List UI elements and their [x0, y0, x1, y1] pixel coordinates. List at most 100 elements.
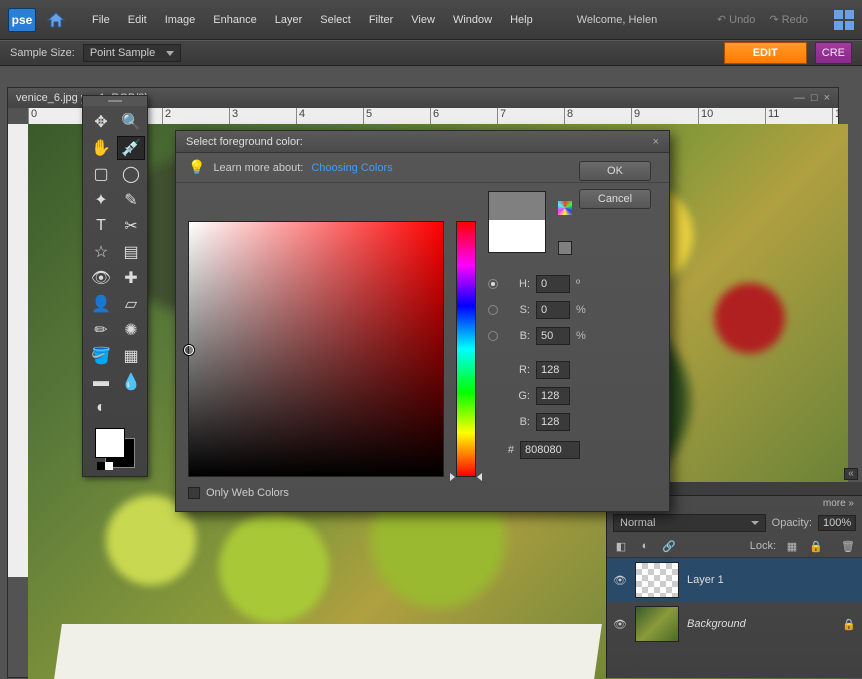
menu-select[interactable]: Select	[312, 10, 359, 30]
sat-radio[interactable]	[488, 305, 498, 315]
current-color-swatch[interactable]	[489, 220, 545, 252]
visibility-icon[interactable]: 👁	[613, 574, 627, 587]
foreground-swatch[interactable]	[95, 428, 125, 458]
layer-row[interactable]: 👁 Background 🔒	[607, 602, 862, 646]
hue-slider-handle-icon[interactable]	[450, 473, 482, 481]
layer-row[interactable]: 👁 Layer 1	[607, 558, 862, 602]
bri-input[interactable]	[536, 327, 570, 345]
toolbox-grip[interactable]	[83, 96, 147, 106]
ok-button[interactable]: OK	[579, 161, 651, 181]
layer-name-label[interactable]: Layer 1	[687, 574, 724, 586]
hue-input[interactable]	[536, 275, 570, 293]
doc-maximize-icon[interactable]: □	[811, 92, 818, 104]
adjustment-layer-icon[interactable]: ◐	[637, 538, 653, 554]
color-cube-icon[interactable]	[558, 201, 572, 215]
doc-minimize-icon[interactable]: —	[794, 92, 805, 104]
opacity-label: Opacity:	[772, 517, 812, 529]
crop-tool-icon[interactable]: ✂	[117, 214, 145, 238]
ruler-vertical[interactable]	[8, 124, 28, 577]
quick-select-tool-icon[interactable]: ✎	[117, 188, 145, 212]
sat-input[interactable]	[536, 301, 570, 319]
menu-file[interactable]: File	[84, 10, 118, 30]
blend-mode-select[interactable]: Normal	[613, 514, 766, 532]
bri-radio[interactable]	[488, 331, 498, 341]
blue-input[interactable]	[536, 413, 570, 431]
link-layers-icon[interactable]: 🔗	[661, 538, 677, 554]
menu-filter[interactable]: Filter	[361, 10, 401, 30]
redo-icon[interactable]: ↷ Redo	[769, 13, 808, 26]
sample-size-select[interactable]: Point Sample	[83, 44, 181, 62]
visibility-icon[interactable]: 👁	[613, 618, 627, 631]
type-tool-icon[interactable]: T	[87, 214, 115, 238]
panel-collapse-icon[interactable]: «	[844, 468, 858, 480]
hue-slider[interactable]	[456, 221, 476, 477]
only-web-colors-row: Only Web Colors	[188, 487, 289, 499]
menu-window[interactable]: Window	[445, 10, 500, 30]
wand-tool-icon[interactable]: ✦	[87, 188, 115, 212]
redeye-tool-icon[interactable]: 👁	[87, 266, 115, 290]
layer-thumbnail[interactable]	[635, 562, 679, 598]
only-web-colors-checkbox[interactable]	[188, 487, 200, 499]
ruler-horizontal[interactable]: 0 1 2 3 4 5 6 7 8 9 10 11 12	[28, 108, 838, 124]
marquee-tool-icon[interactable]: ▢	[87, 162, 115, 186]
menu-layer[interactable]: Layer	[267, 10, 311, 30]
hex-input[interactable]	[520, 441, 580, 459]
opacity-input[interactable]: 100%	[818, 515, 856, 531]
new-color-swatch[interactable]	[489, 192, 545, 220]
brush-tool-icon[interactable]: ✏	[87, 318, 115, 342]
menu-image[interactable]: Image	[157, 10, 204, 30]
bri-label: B:	[504, 330, 530, 342]
lock-transparent-icon[interactable]: ▦	[784, 538, 800, 554]
lock-all-icon[interactable]: 🔒	[808, 538, 824, 554]
doc-close-icon[interactable]: ×	[824, 92, 830, 104]
smart-brush-tool-icon[interactable]: ✺	[117, 318, 145, 342]
dialog-close-icon[interactable]: ×	[653, 136, 659, 148]
red-input[interactable]	[536, 361, 570, 379]
delete-layer-icon[interactable]: 🗑	[840, 538, 856, 554]
sponge-tool-icon[interactable]: ◐	[87, 396, 115, 420]
straighten-tool-icon[interactable]: ▤	[117, 240, 145, 264]
websafe-swatch-icon[interactable]	[558, 241, 572, 255]
eyedropper-tool-icon[interactable]: 💉	[117, 136, 145, 160]
color-swatches[interactable]	[95, 428, 135, 468]
eraser-tool-icon[interactable]: ▱	[117, 292, 145, 316]
undo-label: Undo	[729, 14, 755, 26]
lock-label: Lock:	[750, 540, 776, 552]
app-logo[interactable]: pse	[8, 8, 36, 32]
workspace-grid-icon[interactable]	[834, 10, 854, 30]
sat-unit: %	[576, 304, 588, 316]
ruler-tick: 10	[698, 108, 713, 124]
default-colors-icon[interactable]	[97, 462, 113, 470]
clone-tool-icon[interactable]: 👤	[87, 292, 115, 316]
toolbox[interactable]: ✥ 🔍 ✋ 💉 ▢ ◯ ✦ ✎ T ✂ ☆ ▤ 👁 ✚ 👤 ▱ ✏ ✺ 🪣 ▦ …	[82, 95, 148, 477]
choosing-colors-link[interactable]: Choosing Colors	[311, 162, 392, 174]
edit-tab-button[interactable]: EDIT	[724, 42, 807, 64]
lasso-tool-icon[interactable]: ◯	[117, 162, 145, 186]
undo-icon[interactable]: ↶ Undo	[717, 13, 756, 26]
new-layer-icon[interactable]: ◧	[613, 538, 629, 554]
undo-redo-group: ↶ Undo ↷ Redo	[717, 10, 854, 30]
sv-cursor-icon[interactable]	[184, 345, 194, 355]
green-input[interactable]	[536, 387, 570, 405]
create-tab-button[interactable]: CRE	[815, 42, 852, 64]
dialog-titlebar[interactable]: Select foreground color: ×	[176, 131, 669, 153]
home-icon[interactable]	[42, 8, 70, 32]
menu-enhance[interactable]: Enhance	[205, 10, 264, 30]
paint-bucket-tool-icon[interactable]: 🪣	[87, 344, 115, 368]
gradient-tool-icon[interactable]: ▦	[117, 344, 145, 368]
zoom-tool-icon[interactable]: 🔍	[117, 110, 145, 134]
menu-view[interactable]: View	[403, 10, 443, 30]
move-tool-icon[interactable]: ✥	[87, 110, 115, 134]
blur-tool-icon[interactable]: 💧	[117, 370, 145, 394]
hand-tool-icon[interactable]: ✋	[87, 136, 115, 160]
saturation-value-field[interactable]	[188, 221, 444, 477]
ruler-tick: 12	[832, 108, 838, 124]
healing-tool-icon[interactable]: ✚	[117, 266, 145, 290]
shape-tool-icon[interactable]: ▬	[87, 370, 115, 394]
menu-edit[interactable]: Edit	[120, 10, 155, 30]
hue-radio[interactable]	[488, 279, 498, 289]
cookie-cutter-tool-icon[interactable]: ☆	[87, 240, 115, 264]
menu-help[interactable]: Help	[502, 10, 541, 30]
layer-thumbnail[interactable]	[635, 606, 679, 642]
layer-name-label[interactable]: Background	[687, 618, 746, 630]
